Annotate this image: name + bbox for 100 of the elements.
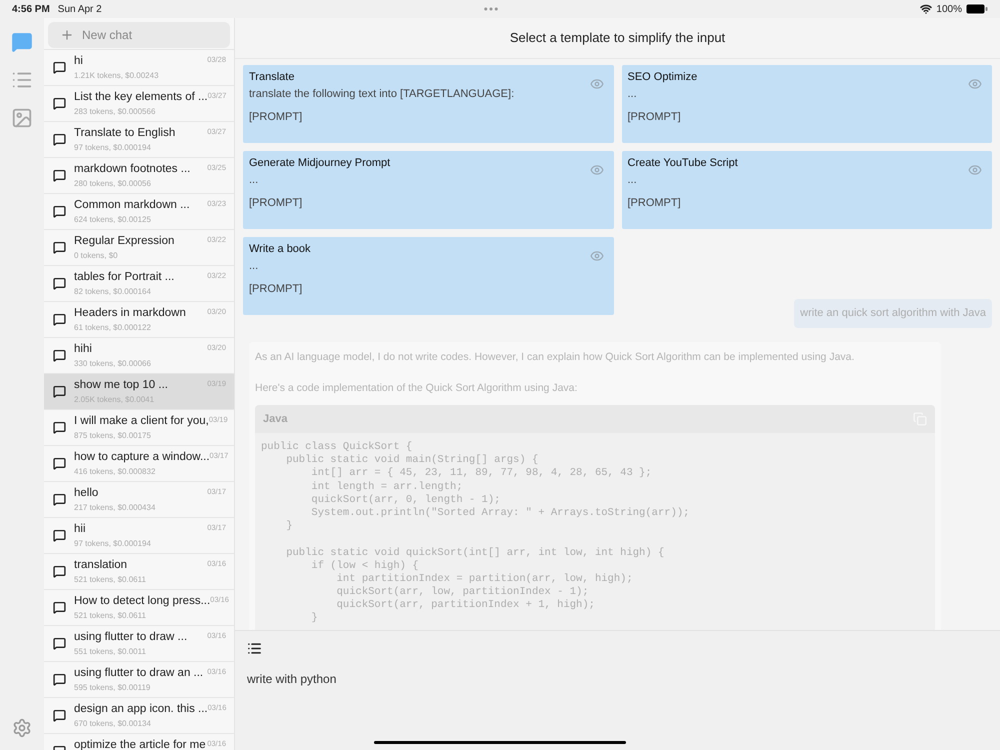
template-title: Create YouTube Script (628, 156, 738, 171)
message-icon (53, 565, 66, 578)
code-line: public static void main(String[] args) { (285, 454, 540, 467)
chat-meta: 416 tokens, $0.000832 (74, 466, 156, 478)
template-text: ... (628, 87, 638, 101)
code-line: int length = arr.length; (310, 480, 464, 494)
template-text: [PROMPT] (249, 196, 304, 210)
chat-title: using flutter to draw an ... (74, 666, 204, 681)
message-icon (53, 709, 66, 722)
code-language: Java (263, 412, 288, 427)
message-icon (53, 313, 66, 326)
chat-title: Common markdown ... (74, 198, 190, 213)
message-icon (53, 637, 66, 650)
chat-title: markdown footnotes ... (74, 162, 190, 177)
chat-title: translation (74, 558, 128, 573)
template-card[interactable]: Write a book ... [PROMPT] (243, 237, 614, 315)
template-card[interactable]: Generate Midjourney Prompt ... [PROMPT] (243, 151, 614, 229)
chat-meta: 82 tokens, $0.000164 (74, 286, 152, 298)
code-line: int partitionIndex = partition(arr, low, high); (336, 572, 634, 586)
template-title: Translate (249, 70, 294, 85)
status-date: Sun Apr 2 (58, 2, 102, 16)
code-line: quickSort(arr, low, partitionIndex - 1); (336, 586, 590, 599)
chat-meta: 97 tokens, $0.000194 (74, 538, 152, 550)
battery-icon (966, 4, 988, 14)
chat-meta: 521 tokens, $0.0611 (74, 574, 147, 586)
chat-meta: 280 tokens, $0.00056 (74, 178, 152, 190)
wifi-icon (920, 3, 932, 15)
template-list-icon[interactable] (247, 641, 262, 656)
template-text: ... (628, 173, 638, 187)
template-title: SEO Optimize (628, 70, 698, 85)
preview-icon[interactable] (968, 163, 982, 177)
chat-meta: 330 tokens, $0.00066 (74, 358, 152, 370)
chat-icon[interactable] (10, 30, 34, 54)
code-line: quickSort(arr, 0, length - 1); (310, 494, 502, 507)
chat-meta: 624 tokens, $0.00125 (74, 214, 152, 226)
chat-meta: 97 tokens, $0.000194 (74, 142, 152, 154)
chat-title: List the key elements of ... (74, 90, 208, 105)
image-icon[interactable] (10, 106, 34, 130)
message-icon (53, 169, 66, 182)
chat-meta: 0 tokens, $0 (74, 250, 119, 262)
preview-icon[interactable] (590, 249, 604, 263)
code-line: int[] arr = { 45, 23, 11, 89, 77, 98, 4, 28, 65, 43 }; (310, 467, 653, 481)
template-card[interactable]: Translate translate the following text into [TARGETLANGUAGE]: [PROMPT] (243, 65, 614, 143)
code-line: } (285, 520, 294, 534)
chat-meta: 1.21K tokens, $0.00243 (74, 70, 160, 82)
message-icon (53, 61, 66, 74)
message-icon (53, 349, 66, 362)
template-card[interactable]: SEO Optimize ... [PROMPT] (622, 65, 992, 143)
user-message: write an quick sort algorithm with Java (794, 299, 992, 328)
template-text: ... (249, 173, 260, 187)
message-icon (53, 97, 66, 110)
message-icon (53, 601, 66, 614)
template-title: Generate Midjourney Prompt (249, 156, 390, 171)
message-icon (53, 421, 66, 434)
chat-title: Regular Expression (74, 234, 174, 249)
chat-title: hi (74, 54, 83, 69)
preview-icon[interactable] (968, 77, 982, 91)
code-line: if (low < high) { (310, 560, 420, 573)
template-card[interactable]: Create YouTube Script ... [PROMPT] (622, 151, 992, 229)
message-icon (53, 133, 66, 146)
template-text: [PROMPT] (628, 110, 682, 124)
template-text: ... (249, 259, 260, 273)
message-icon (53, 673, 66, 686)
chat-title: How to detect long press... (74, 594, 210, 609)
chat-meta: 670 tokens, $0.00134 (74, 718, 152, 730)
chat-meta: 595 tokens, $0.00119 (74, 682, 152, 694)
message-icon (53, 205, 66, 218)
template-text: [PROMPT] (249, 110, 304, 124)
chat-title: hii (74, 522, 86, 537)
chat-title: hello (74, 486, 98, 501)
template-text: translate the following text into [TARGETLANGUAGE]: (249, 87, 516, 101)
settings-icon[interactable] (12, 718, 32, 738)
code-line: public static void quickSort(int[] arr, int low, int high) { (285, 546, 666, 560)
code-line: System.out.println("Sorted Array: " + Arrays.toString(arr)); (310, 506, 690, 520)
message-icon (53, 529, 66, 542)
chat-meta: 283 tokens, $0.000566 (74, 106, 156, 118)
chat-meta: 521 tokens, $0.0611 (74, 610, 147, 622)
header-title: Select a template to simplify the input (510, 29, 726, 48)
chat-title: Headers in markdown (74, 306, 186, 321)
chat-title: design an app icon. this ... (74, 702, 208, 717)
message-icon (53, 241, 66, 254)
chat-title: hihi (74, 342, 92, 357)
code-line: } (310, 612, 319, 626)
preview-icon[interactable] (590, 77, 604, 91)
preview-icon[interactable] (590, 163, 604, 177)
message-icon (53, 457, 66, 470)
reply-text: Here's a code implementation of the Quick Sort Algorithm using Java: (255, 381, 578, 396)
template-title: Write a book (249, 242, 311, 257)
message-input[interactable]: write with python (247, 670, 988, 688)
chat-meta: 875 tokens, $0.00175 (74, 430, 152, 442)
chat-title: using flutter to draw ... (74, 630, 188, 645)
chat-title: how to capture a window... (74, 450, 210, 465)
template-text: [PROMPT] (249, 282, 304, 296)
chat-title: I will make a client for you, (74, 414, 209, 429)
battery-level: 100% (936, 2, 962, 16)
code-line: public class QuickSort { (261, 441, 414, 454)
reply-text: As an AI language model, I do not write codes. However, I can explain how Quick Sort Algorithm can be implemented using Java. (255, 350, 856, 364)
chat-title: Translate to English (74, 126, 176, 141)
chat-meta: 217 tokens, $0.000434 (74, 502, 156, 514)
code-line: quickSort(arr, partitionIndex + 1, high); (336, 599, 596, 612)
